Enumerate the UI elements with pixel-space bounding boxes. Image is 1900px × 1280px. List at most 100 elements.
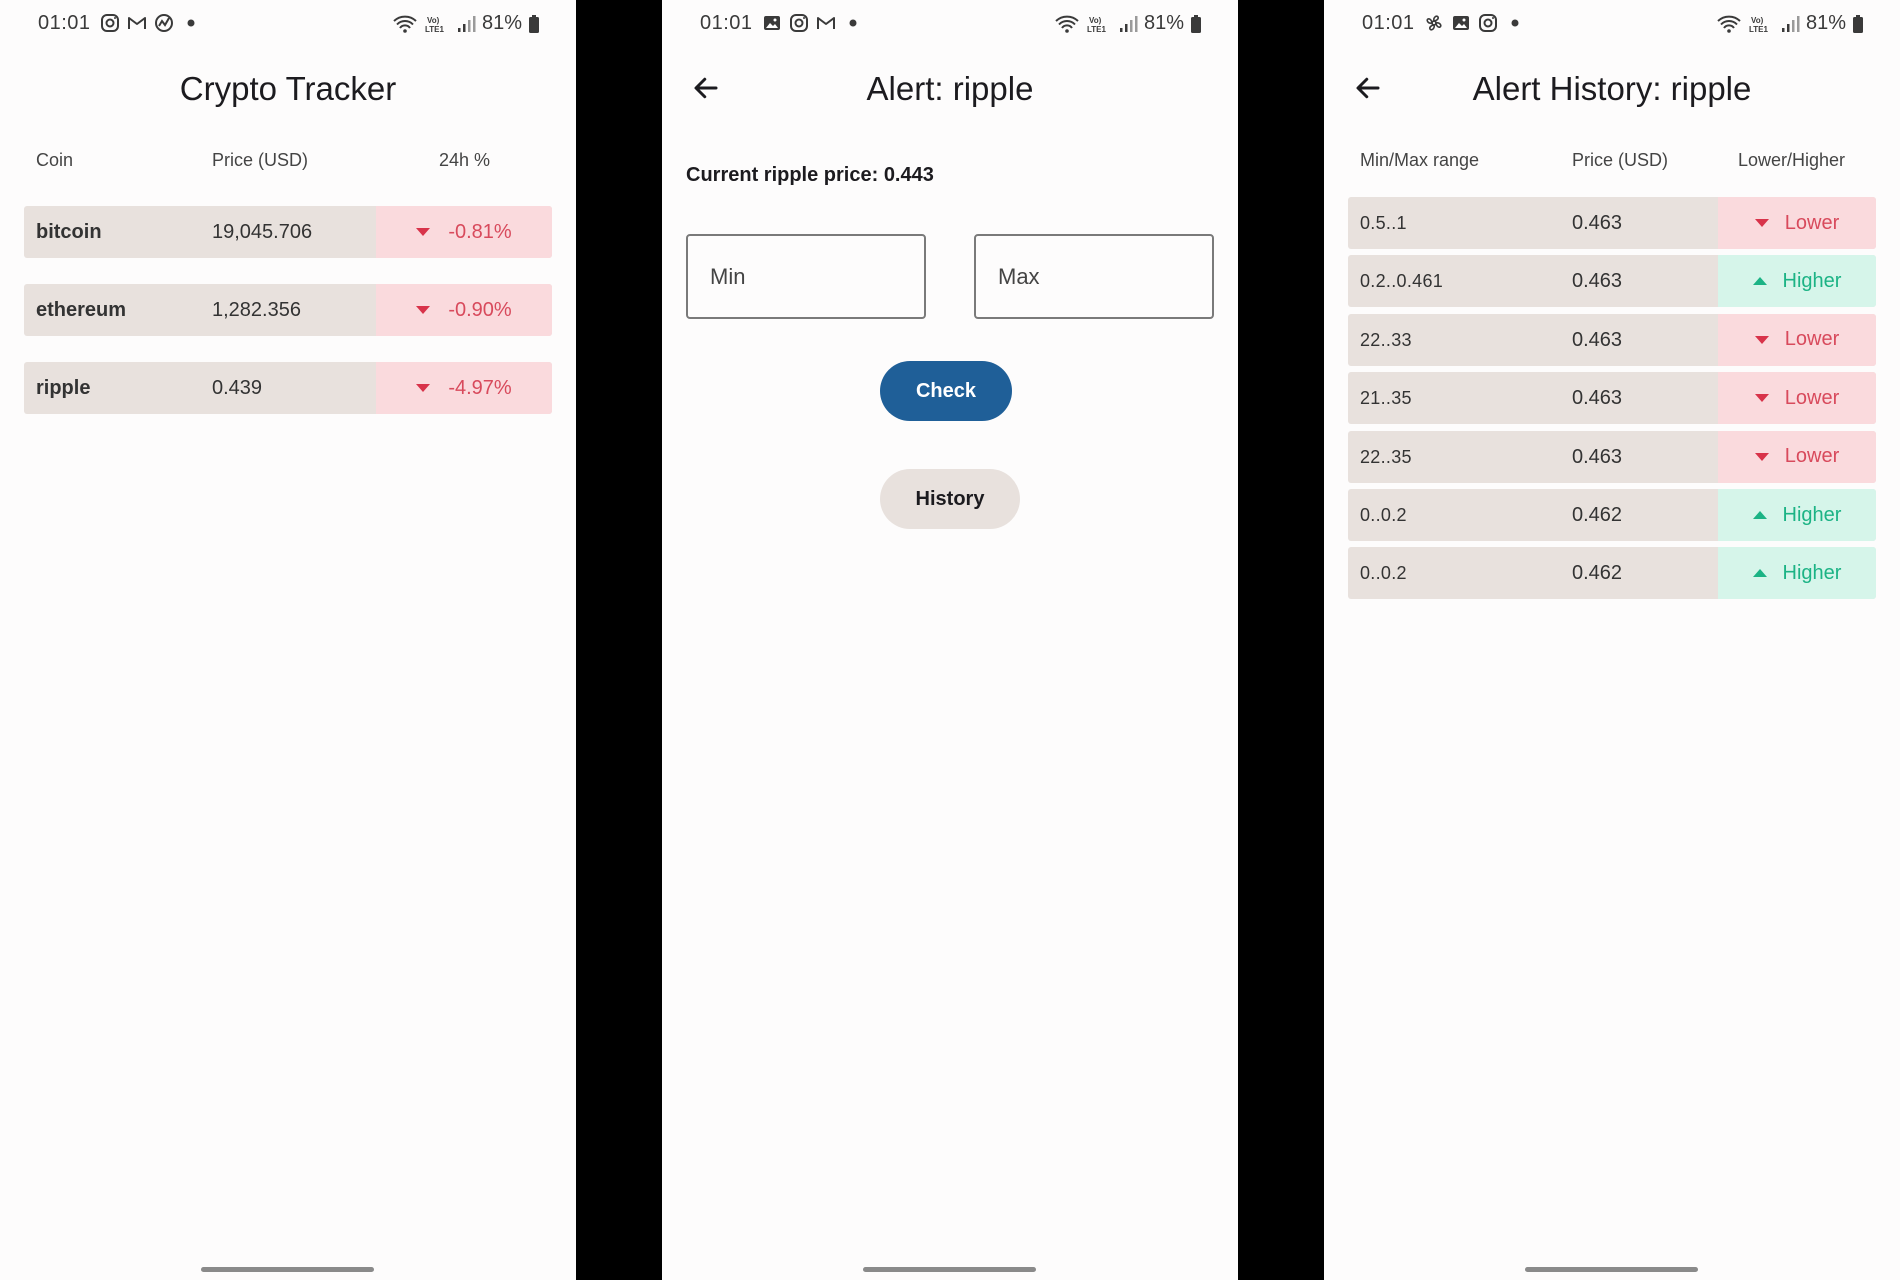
coin-name: ripple — [36, 377, 91, 399]
home-indicator[interactable] — [201, 1267, 374, 1272]
direction-label: Lower — [1784, 386, 1840, 409]
direction-label: Lower — [1784, 211, 1840, 234]
more-notifications-dot-icon — [181, 13, 201, 33]
coin-price: 19,045.706 — [212, 221, 313, 243]
wifi-icon — [1716, 14, 1742, 34]
signal-icon — [1118, 14, 1138, 34]
price-value: 0.463 — [1572, 212, 1623, 234]
direction-cell: Lower — [1718, 313, 1876, 366]
status-time: 01:01 — [38, 12, 91, 34]
status-bar: 01:01 81% — [662, 0, 1238, 48]
home-indicator[interactable] — [863, 1267, 1036, 1272]
history-row: 0.5..1 0.463 Lower — [1348, 197, 1876, 249]
battery-icon — [1852, 14, 1864, 34]
change-value: -0.90% — [448, 298, 512, 321]
range-value: 0.2..0.461 — [1360, 271, 1444, 292]
history-row: 0..0.2 0.462 Higher — [1348, 489, 1876, 541]
arrow-down-icon — [416, 384, 431, 392]
change-cell: -0.81% — [376, 206, 552, 258]
column-header-coin: Coin — [36, 150, 74, 170]
range-value: 22..33 — [1360, 329, 1412, 350]
signal-icon — [456, 14, 476, 34]
direction-cell: Lower — [1718, 197, 1876, 249]
coin-price: 1,282.356 — [212, 299, 301, 321]
coin-list-screen: 01:01 81% Crypto Tracker Coin Price (USD… — [0, 0, 576, 1280]
coin-row-ethereum[interactable]: ethereum 1,282.356 -0.90% — [24, 284, 552, 336]
wifi-icon — [392, 14, 418, 34]
history-row: 0..0.2 0.462 Higher — [1348, 547, 1876, 600]
volte-lte-icon — [1086, 14, 1112, 34]
history-row: 22..35 0.463 Lower — [1348, 430, 1876, 483]
battery-percent: 81% — [1143, 12, 1184, 34]
range-value: 0..0.2 — [1360, 505, 1407, 525]
status-time: 01:01 — [1362, 12, 1415, 34]
coin-price: 0.439 — [212, 377, 263, 399]
direction-cell: Higher — [1718, 547, 1876, 600]
arrow-down-icon — [416, 228, 431, 236]
direction-label: Higher — [1782, 561, 1842, 584]
arrow-up-icon — [1752, 511, 1767, 519]
direction-label: Lower — [1784, 328, 1840, 351]
history-row: 21..35 0.463 Lower — [1348, 372, 1876, 425]
gmail-icon — [127, 13, 147, 33]
instagram-icon — [789, 13, 809, 33]
change-value: -4.97% — [448, 376, 512, 399]
range-value: 0..0.2 — [1360, 563, 1407, 584]
column-header-change: 24h % — [439, 150, 491, 170]
coin-row-bitcoin[interactable]: bitcoin 19,045.706 -0.81% — [24, 206, 552, 258]
price-value: 0.462 — [1572, 562, 1623, 585]
direction-label: Lower — [1784, 445, 1840, 468]
arrow-down-icon — [1754, 335, 1769, 344]
gallery-icon — [1451, 13, 1471, 33]
history-button[interactable]: History — [880, 469, 1020, 529]
page-title: Crypto Tracker — [179, 70, 397, 107]
change-cell: -0.90% — [376, 284, 552, 336]
home-indicator[interactable] — [1525, 1267, 1698, 1272]
alert-screen: 01:01 81% Alert: ripple Current ripple p… — [662, 0, 1238, 1280]
range-value: 21..35 — [1360, 388, 1412, 409]
direction-cell: Higher — [1718, 489, 1876, 541]
signal-icon — [1780, 14, 1800, 34]
page-title: Alert: ripple — [866, 70, 1034, 107]
arrow-up-icon — [1752, 569, 1767, 578]
chart-app-icon — [154, 13, 174, 33]
alert-history-screen: 01:01 81% Alert History: ripple Min/Max … — [1324, 0, 1900, 1280]
range-value: 0.5..1 — [1360, 213, 1407, 233]
gmail-icon — [816, 13, 836, 33]
battery-icon — [1190, 14, 1202, 34]
battery-percent: 81% — [1805, 12, 1846, 34]
column-header-price: Price (USD) — [212, 150, 309, 170]
battery-percent: 81% — [481, 12, 522, 34]
arrow-up-icon — [1752, 277, 1767, 286]
change-cell: -4.97% — [376, 362, 552, 414]
min-field[interactable] — [686, 234, 926, 319]
direction-label: Higher — [1782, 503, 1842, 526]
instagram-icon — [100, 13, 120, 33]
history-row: 0.2..0.461 0.463 Higher — [1348, 255, 1876, 308]
max-field[interactable] — [974, 234, 1214, 319]
price-value: 0.463 — [1572, 270, 1623, 293]
more-notifications-dot-icon — [1505, 13, 1525, 33]
column-header-direction: Lower/Higher — [1738, 150, 1846, 170]
range-value: 22..35 — [1360, 446, 1412, 467]
history-row: 22..33 0.463 Lower — [1348, 313, 1876, 366]
gallery-icon — [762, 13, 782, 33]
price-value: 0.462 — [1572, 504, 1623, 526]
volte-lte-icon — [424, 14, 450, 34]
page-title: Alert History: ripple — [1472, 70, 1752, 107]
arrow-down-icon — [1754, 219, 1769, 227]
column-header-range: Min/Max range — [1360, 150, 1480, 170]
direction-label: Higher — [1782, 269, 1842, 292]
coin-row-ripple[interactable]: ripple 0.439 -4.97% — [24, 362, 552, 414]
check-button[interactable]: Check — [880, 361, 1012, 421]
instagram-icon — [1478, 13, 1498, 33]
more-notifications-dot-icon — [843, 13, 863, 33]
price-value: 0.463 — [1572, 445, 1623, 468]
coin-name: bitcoin — [36, 221, 102, 243]
wifi-icon — [1054, 14, 1080, 34]
direction-cell: Lower — [1718, 430, 1876, 483]
arrow-down-icon — [1754, 452, 1769, 461]
direction-cell: Lower — [1718, 372, 1876, 425]
change-value: -0.81% — [448, 220, 512, 243]
arrow-down-icon — [1754, 394, 1769, 403]
